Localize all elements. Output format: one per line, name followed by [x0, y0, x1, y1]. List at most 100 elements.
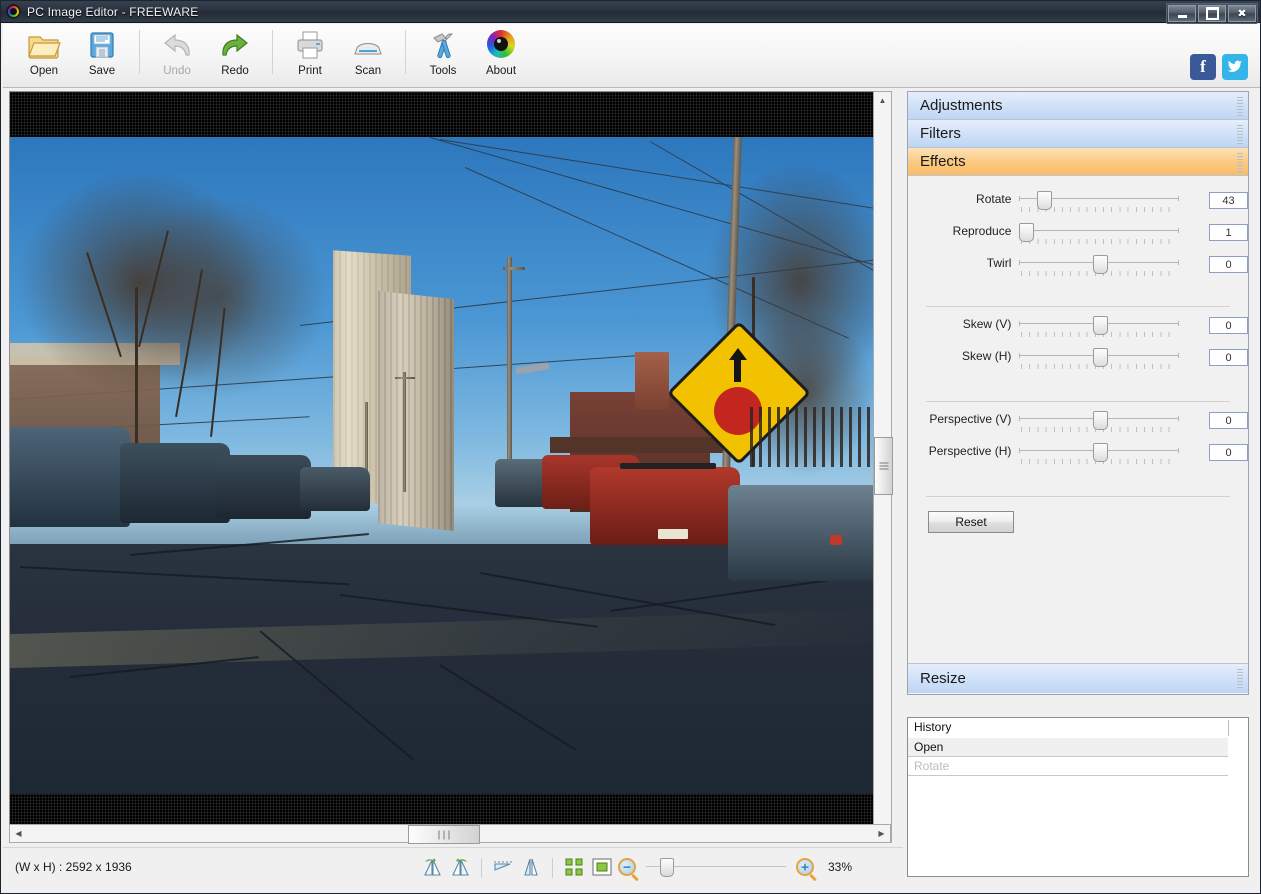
- skew-v-slider[interactable]: [1019, 315, 1180, 345]
- skew-v-value[interactable]: 0: [1209, 317, 1248, 334]
- skew-h-slider[interactable]: [1019, 347, 1180, 377]
- perspective-v-slider-thumb[interactable]: [1093, 411, 1109, 430]
- zoom-out-icon[interactable]: −: [618, 858, 636, 876]
- app-color-wheel-icon: [6, 4, 21, 19]
- history-panel[interactable]: History Open Rotate: [907, 717, 1249, 877]
- perspective-h-value[interactable]: 0: [1209, 444, 1248, 461]
- skew-h-value[interactable]: 0: [1209, 349, 1248, 366]
- filters-label: Filters: [920, 125, 961, 142]
- scroll-right-button[interactable]: ▶: [873, 825, 890, 842]
- zoom-controls: − + 33%: [618, 858, 853, 877]
- twirl-label: Twirl: [986, 256, 1012, 270]
- effects-label: Effects: [920, 153, 966, 170]
- section-header-effects[interactable]: Effects: [908, 148, 1248, 176]
- image-dimensions-label: (W x H) : 2592 x 1936: [15, 860, 132, 874]
- close-button[interactable]: ✖: [1228, 5, 1256, 22]
- resize-grip-icon: [1237, 668, 1243, 688]
- open-folder-icon: [26, 28, 62, 62]
- print-button[interactable]: Print: [281, 24, 339, 84]
- reproduce-slider[interactable]: [1019, 222, 1180, 252]
- perspective-v-label: Perspective (V): [929, 412, 1012, 426]
- zoom-slider-thumb[interactable]: [660, 858, 674, 877]
- resize-grip-icon: [1237, 124, 1243, 144]
- fit-to-window-icon[interactable]: [563, 856, 585, 880]
- zoom-slider[interactable]: [646, 858, 786, 877]
- reproduce-slider-thumb[interactable]: [1019, 223, 1035, 242]
- open-label: Open: [29, 65, 59, 77]
- section-header-filters[interactable]: Filters: [908, 120, 1248, 148]
- tools-button[interactable]: Tools: [414, 24, 472, 84]
- skew-v-slider-thumb[interactable]: [1093, 316, 1109, 335]
- actual-size-icon[interactable]: [591, 856, 613, 880]
- rotate-right-icon[interactable]: [449, 856, 471, 880]
- rotate-slider[interactable]: [1019, 190, 1180, 220]
- save-button[interactable]: Save: [73, 24, 131, 84]
- rotate-value[interactable]: 43: [1209, 192, 1248, 209]
- rotate-left-icon[interactable]: [421, 856, 443, 880]
- slider-row-reproduce: Reproduce 1: [908, 222, 1248, 254]
- zoom-in-icon[interactable]: +: [796, 858, 814, 876]
- perspective-v-slider[interactable]: [1019, 410, 1180, 440]
- scroll-left-button[interactable]: ◀: [10, 825, 27, 842]
- resize-grip-icon: [1237, 96, 1243, 116]
- scan-button[interactable]: Scan: [339, 24, 397, 84]
- vertical-scroll-thumb[interactable]: [874, 437, 893, 495]
- horizontal-scroll-thumb[interactable]: [408, 825, 480, 844]
- flip-vertical-icon[interactable]: [492, 856, 514, 880]
- scroll-up-button[interactable]: ▲: [874, 92, 891, 109]
- status-tools: [418, 856, 616, 880]
- street-scene-photo: STOP: [10, 92, 874, 842]
- parked-car: [10, 427, 130, 527]
- slider-row-skew-v: Skew (V) 0: [908, 315, 1248, 347]
- resize-grip-icon: [1237, 152, 1243, 172]
- perspective-h-slider[interactable]: [1019, 442, 1180, 472]
- reset-button[interactable]: Reset: [928, 511, 1014, 533]
- maximize-button[interactable]: [1198, 5, 1226, 22]
- perspective-h-slider-thumb[interactable]: [1093, 443, 1109, 462]
- perspective-v-value[interactable]: 0: [1209, 412, 1248, 429]
- hammer-wrench-icon: [425, 28, 461, 62]
- section-header-adjustments[interactable]: Adjustments: [908, 92, 1248, 120]
- history-item-open[interactable]: Open: [908, 738, 1228, 757]
- status-separator: [552, 858, 553, 878]
- slider-row-skew-h: Skew (H) 0: [908, 347, 1248, 379]
- slider-row-perspective-h: Perspective (H) 0: [908, 442, 1248, 474]
- parked-car: [216, 455, 311, 519]
- history-header: History: [908, 718, 1248, 738]
- rotate-slider-thumb[interactable]: [1037, 191, 1053, 210]
- skew-h-slider-thumb[interactable]: [1093, 348, 1109, 367]
- undo-button[interactable]: Undo: [148, 24, 206, 84]
- rotate-label: Rotate: [976, 192, 1012, 206]
- minimize-button[interactable]: [1168, 5, 1196, 22]
- history-item-rotate[interactable]: Rotate: [908, 757, 1228, 776]
- skew-v-label: Skew (V): [962, 317, 1012, 331]
- twitter-icon[interactable]: [1222, 54, 1248, 80]
- canvas-horizontal-scrollbar[interactable]: ◀ ▶: [9, 824, 891, 844]
- toolbar-separator: [405, 30, 406, 74]
- print-label: Print: [298, 65, 322, 77]
- effects-section-body: Rotate 43 Reproduce 1 Twirl 0 Skew (V) 0…: [908, 176, 1248, 663]
- scan-label: Scan: [354, 65, 382, 77]
- history-title: History: [914, 720, 952, 734]
- social-links: f: [1190, 54, 1248, 80]
- utility-pole: [507, 257, 512, 467]
- twirl-value[interactable]: 0: [1209, 256, 1248, 273]
- flip-horizontal-icon[interactable]: [520, 856, 542, 880]
- zoom-level-label: 33%: [828, 860, 853, 874]
- twirl-slider-thumb[interactable]: [1093, 255, 1109, 274]
- redo-button[interactable]: Redo: [206, 24, 264, 84]
- status-bar: (W x H) : 2592 x 1936 − + 33%: [3, 847, 903, 891]
- twirl-slider[interactable]: [1019, 254, 1180, 284]
- section-header-resize[interactable]: Resize: [908, 663, 1248, 693]
- reproduce-value[interactable]: 1: [1209, 224, 1248, 241]
- image-canvas[interactable]: STOP: [9, 91, 891, 843]
- status-separator: [481, 858, 482, 878]
- save-label: Save: [88, 65, 116, 77]
- canvas-vertical-scrollbar[interactable]: ▲ ▼: [873, 91, 893, 843]
- open-button[interactable]: Open: [15, 24, 73, 84]
- facebook-icon[interactable]: f: [1190, 54, 1216, 80]
- reproduce-label: Reproduce: [952, 224, 1012, 238]
- about-button[interactable]: About: [472, 24, 530, 84]
- effects-panel: Adjustments Filters Effects Rotate 43 Re…: [907, 91, 1249, 695]
- about-label: About: [485, 65, 517, 77]
